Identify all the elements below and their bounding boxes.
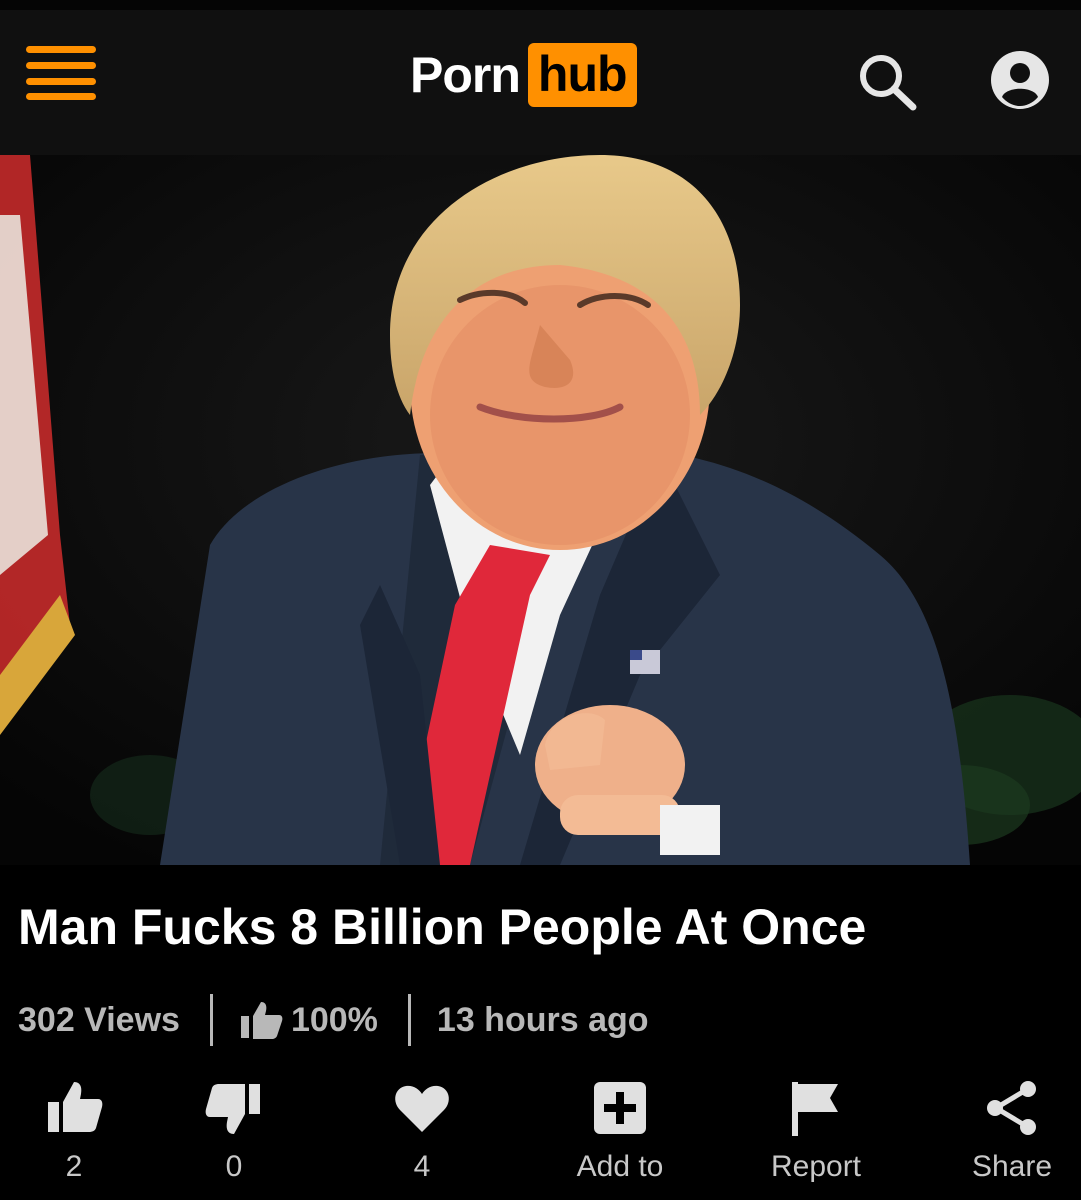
- view-count: 302 Views: [18, 1000, 180, 1039]
- report-button[interactable]: Report: [746, 1070, 886, 1190]
- divider: [407, 994, 411, 1046]
- flag-icon: [792, 1082, 838, 1136]
- favorite-button[interactable]: 4: [352, 1070, 492, 1190]
- dislike-count: 0: [225, 1150, 243, 1183]
- video-stats: 302 Views 100% 13 hours ago: [18, 990, 649, 1050]
- logo-text-porn: Porn: [410, 47, 521, 103]
- video-thumbnail[interactable]: [0, 155, 1081, 865]
- share-button[interactable]: Share: [942, 1070, 1081, 1190]
- upload-age: 13 hours ago: [436, 1000, 649, 1039]
- like-button[interactable]: 2: [4, 1070, 144, 1190]
- share-icon: [987, 1081, 1036, 1135]
- rating: 100%: [239, 1000, 378, 1040]
- report-label: Report: [770, 1150, 862, 1183]
- page: Porn hub Man Fucks 8 Billion People At O…: [0, 0, 1081, 1200]
- heart-icon: [395, 1085, 449, 1132]
- menu-icon[interactable]: [26, 46, 96, 100]
- divider: [209, 994, 213, 1046]
- favorite-count: 4: [413, 1150, 431, 1183]
- site-logo[interactable]: Porn hub: [410, 40, 637, 110]
- add-to-button[interactable]: Add to: [550, 1070, 690, 1190]
- search-icon[interactable]: [855, 50, 921, 112]
- thumbs-down-icon: [205, 1084, 260, 1134]
- video-title: Man Fucks 8 Billion People At Once: [18, 899, 867, 955]
- dislike-button[interactable]: 0: [164, 1070, 304, 1190]
- add-to-label: Add to: [576, 1150, 664, 1183]
- action-bar: 2 0 4 Add to Report Share: [0, 1070, 1081, 1190]
- like-count: 2: [65, 1150, 83, 1183]
- rating-thumbs-up-icon: [240, 1002, 283, 1039]
- thumbs-up-icon: [48, 1082, 103, 1132]
- rating-percent: 100%: [290, 1000, 378, 1039]
- user-icon[interactable]: [990, 50, 1050, 110]
- top-navigation-bar: Porn hub: [0, 0, 1081, 155]
- share-label: Share: [971, 1150, 1053, 1183]
- logo-text-hub: hub: [527, 43, 637, 107]
- add-icon: [594, 1082, 646, 1134]
